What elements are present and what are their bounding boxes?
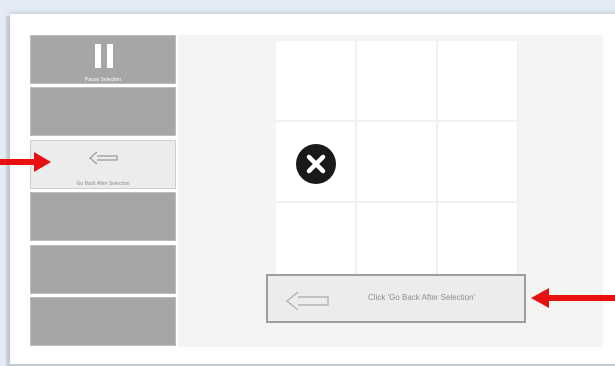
hint-label: Click 'Go Back After Selection' xyxy=(368,293,476,302)
pause-icon xyxy=(95,44,113,68)
sidebar-empty-button-2[interactable] xyxy=(30,192,176,241)
sidebar-empty-button-4[interactable] xyxy=(30,297,176,346)
grid-cell[interactable] xyxy=(276,41,355,120)
grid-cell[interactable] xyxy=(357,122,436,201)
arrow-left-icon xyxy=(89,151,118,165)
x-circle-icon[interactable] xyxy=(295,143,337,185)
red-arrow-icon xyxy=(531,288,615,308)
sidebar-empty-button-1[interactable] xyxy=(30,87,176,136)
pause-selection-button[interactable]: Pause Selection xyxy=(30,35,176,84)
grid-cell[interactable] xyxy=(438,122,517,201)
grid-cell[interactable] xyxy=(357,203,436,282)
grid-cell[interactable] xyxy=(276,203,355,282)
arrow-left-icon xyxy=(286,291,329,311)
sidebar: Pause Selection Go Back After Selection xyxy=(30,35,178,347)
grid-cell[interactable] xyxy=(438,203,517,282)
pause-selection-label: Pause Selection xyxy=(84,77,122,83)
red-arrow-icon xyxy=(0,152,51,172)
sidebar-empty-button-3[interactable] xyxy=(30,245,176,294)
go-back-after-selection-label: Go Back After Selection xyxy=(76,181,130,187)
grid-cell[interactable] xyxy=(357,41,436,120)
go-back-hint-button[interactable]: Click 'Go Back After Selection' xyxy=(266,274,526,323)
grid-cell[interactable] xyxy=(438,41,517,120)
